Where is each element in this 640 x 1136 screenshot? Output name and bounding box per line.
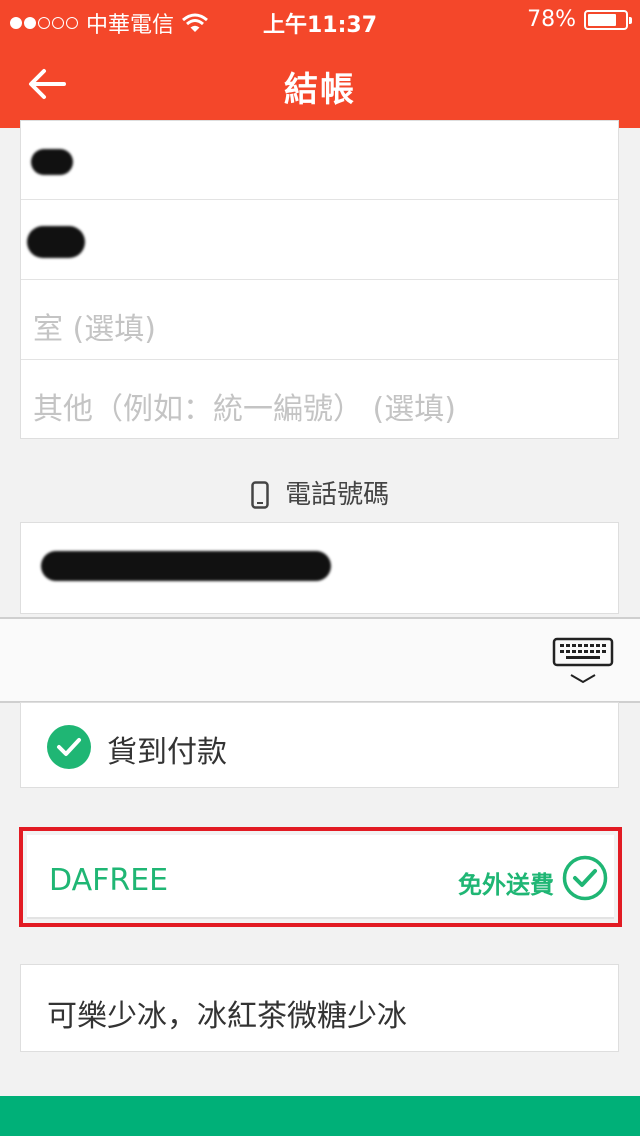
other-field[interactable]: 其他（例如：統一編號） (選填)	[21, 360, 618, 440]
phone-icon	[251, 481, 269, 509]
promo-badge: 免外送費	[458, 871, 554, 899]
phone-label-text: 電話號碼	[285, 480, 390, 510]
redacted-value	[31, 149, 73, 175]
order-note-text: 可樂少冰，冰紅茶微糖少冰	[47, 999, 407, 1034]
battery-fill	[588, 13, 616, 26]
phone-section-label: 電話號碼	[0, 474, 640, 511]
order-note-field[interactable]: 可樂少冰，冰紅茶微糖少冰	[21, 965, 618, 1053]
other-placeholder: 其他（例如：統一編號） (選填)	[33, 392, 456, 427]
phone-input[interactable]	[21, 523, 618, 615]
payment-selected-indicator	[47, 725, 91, 769]
keyboard-toolbar	[0, 617, 640, 703]
nav-bar: 結帳	[0, 40, 640, 128]
header-bar: 中華電信 上午11:37 78% 結帳	[0, 0, 640, 128]
status-bar: 中華電信 上午11:37 78%	[0, 0, 640, 40]
battery-percent: 78%	[527, 7, 576, 32]
redacted-value	[27, 226, 85, 258]
promo-highlight-box: DAFREE 免外送費	[19, 827, 622, 927]
redacted-value	[41, 551, 331, 581]
keyboard-hide-icon	[552, 637, 614, 684]
promo-code-row[interactable]: DAFREE 免外送費	[27, 835, 614, 919]
checkout-action-bar[interactable]	[0, 1096, 640, 1136]
address-field-1[interactable]	[21, 121, 618, 200]
check-icon	[57, 738, 81, 756]
phone-card	[20, 522, 619, 614]
note-card: 可樂少冰，冰紅茶微糖少冰	[20, 964, 619, 1052]
battery-icon	[584, 9, 632, 30]
address-card: 室 (選填) 其他（例如：統一編號） (選填)	[20, 120, 619, 439]
room-field[interactable]: 室 (選填)	[21, 280, 618, 360]
status-right: 78%	[527, 7, 632, 32]
payment-card: 貨到付款	[20, 702, 619, 788]
room-placeholder: 室 (選填)	[33, 312, 156, 347]
check-circle-icon	[562, 855, 608, 901]
hide-keyboard-button[interactable]	[552, 637, 614, 687]
promo-code-value: DAFREE	[49, 863, 169, 898]
payment-option-cod[interactable]: 貨到付款	[21, 703, 618, 789]
page-title: 結帳	[284, 70, 356, 110]
payment-label: 貨到付款	[107, 735, 227, 770]
address-field-2[interactable]	[21, 200, 618, 280]
